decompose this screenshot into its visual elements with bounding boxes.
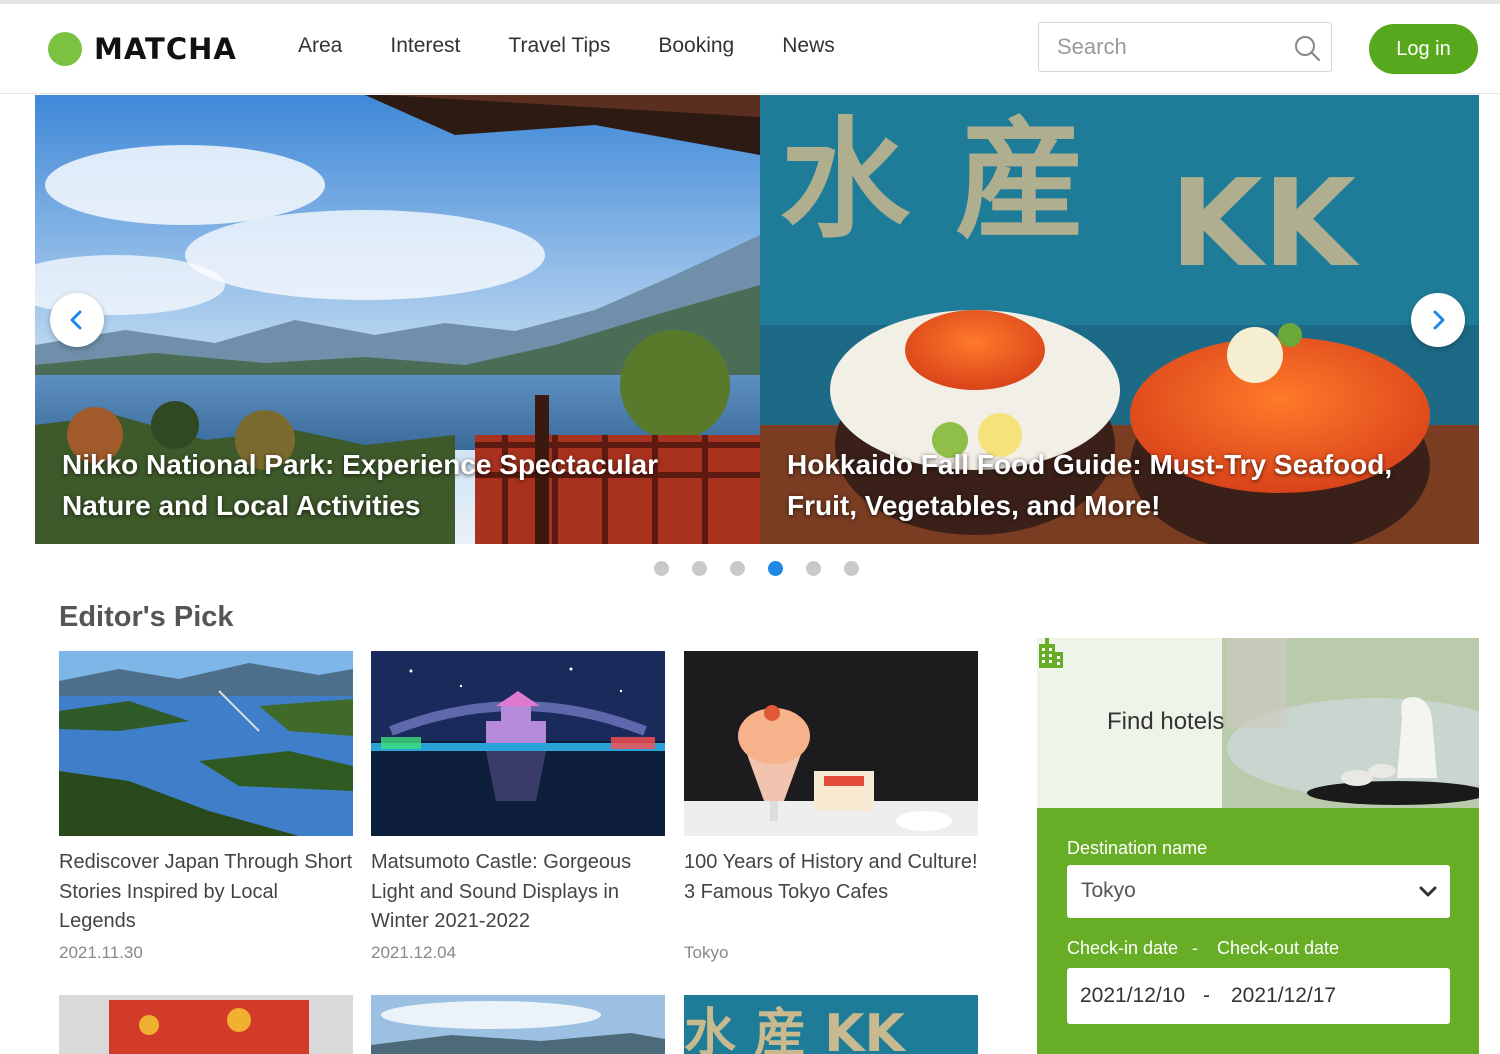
hero-slide-hokkaido[interactable]: 水 産 KK Hokkaido Fall Food Guide: Must-Tr… [760, 95, 1479, 544]
svg-text:水 産 KK: 水 産 KK [684, 1004, 907, 1054]
article-title[interactable]: Matsumoto Castle: Gorgeous Light and Sou… [371, 848, 665, 937]
checkin-label: Check-in date [1067, 938, 1179, 958]
logo-text: MATCHA [94, 32, 237, 66]
chevron-left-icon [70, 310, 82, 330]
date-separator: - [1203, 984, 1210, 1007]
hotel-widget-header: Find hotels [1037, 638, 1479, 808]
search-box [1038, 22, 1332, 72]
nav-news[interactable]: News [782, 34, 835, 58]
article-card[interactable]: Matsumoto Castle: Gorgeous Light and Sou… [371, 651, 665, 962]
tokyo-cafe-parfait-image [684, 651, 978, 836]
date-label-separator: - [1192, 938, 1198, 958]
search-input[interactable] [1057, 33, 1277, 61]
destination-value: Tokyo [1081, 879, 1136, 902]
chevron-down-icon [1419, 886, 1437, 897]
article-date: 2021.12.04 [371, 943, 457, 962]
main-nav: Area Interest Travel Tips Booking News [298, 34, 835, 58]
svg-text:水 産: 水 産 [780, 104, 1085, 256]
matsumoto-castle-image [371, 651, 665, 836]
carousel-dot[interactable] [730, 561, 745, 576]
carousel-dot[interactable] [654, 561, 669, 576]
nav-area[interactable]: Area [298, 34, 342, 58]
hotel-building-icon [1039, 638, 1063, 668]
carousel-dot[interactable] [844, 561, 859, 576]
hotel-search-widget: Find hotels Destination name Tokyo Check… [1037, 638, 1479, 1054]
svg-text:KK: KK [1170, 155, 1360, 294]
article-title[interactable]: 100 Years of History and Culture! 3 Famo… [684, 848, 978, 907]
carousel-prev-button[interactable] [50, 293, 104, 347]
article-title[interactable]: Rediscover Japan Through Short Stories I… [59, 848, 353, 937]
seafood-sign-image: 水 産 KK [684, 995, 978, 1054]
find-hotels-heading: Find hotels [1107, 708, 1225, 735]
article-card-thumb[interactable]: 水 産 KK [684, 995, 978, 1054]
hero-carousel: Nikko National Park: Experience Spectacu… [35, 95, 1479, 544]
kimono-display-image [59, 995, 353, 1054]
date-range-field[interactable]: 2021/12/10 - 2021/12/17 [1067, 968, 1450, 1024]
carousel-dot[interactable] [692, 561, 707, 576]
carousel-dot[interactable] [806, 561, 821, 576]
checkout-label: Check-out date [1217, 938, 1340, 958]
mountain-sky-image [371, 995, 665, 1054]
article-card-thumb[interactable] [59, 995, 353, 1054]
logo-circle-icon [48, 32, 82, 66]
hotel-search-form: Destination name Tokyo Check-in date - C… [1037, 808, 1479, 1054]
carousel-next-button[interactable] [1411, 293, 1465, 347]
article-card[interactable]: 100 Years of History and Culture! 3 Famo… [684, 651, 978, 962]
site-header: MATCHA Area Interest Travel Tips Booking… [0, 4, 1500, 94]
login-button[interactable]: Log in [1369, 24, 1478, 74]
hero-slide-title-1[interactable]: Nikko National Park: Experience Spectacu… [62, 444, 730, 526]
article-card[interactable]: Rediscover Japan Through Short Stories I… [59, 651, 353, 962]
article-date: 2021.11.30 [59, 943, 143, 962]
article-card-thumb[interactable] [371, 995, 665, 1054]
matcha-logo[interactable]: MATCHA [48, 32, 237, 66]
carousel-dots [654, 561, 859, 576]
nav-travel-tips[interactable]: Travel Tips [508, 34, 610, 58]
nav-booking[interactable]: Booking [658, 34, 734, 58]
nav-interest[interactable]: Interest [390, 34, 460, 58]
onsen-sake-image [1037, 638, 1479, 808]
seto-islands-image [59, 651, 353, 836]
chevron-right-icon [1433, 310, 1445, 330]
search-icon[interactable] [1293, 34, 1321, 62]
destination-label: Destination name [1067, 838, 1208, 858]
hero-slide-title-2[interactable]: Hokkaido Fall Food Guide: Must-Try Seafo… [787, 444, 1449, 526]
editors-pick-title: Editor's Pick [59, 601, 234, 633]
checkout-value[interactable]: 2021/12/17 [1231, 984, 1336, 1008]
hero-slide-nikko[interactable]: Nikko National Park: Experience Spectacu… [35, 95, 760, 544]
article-location: Tokyo [684, 943, 729, 962]
checkin-value[interactable]: 2021/12/10 [1080, 984, 1185, 1008]
destination-select[interactable]: Tokyo [1067, 865, 1450, 918]
carousel-dot[interactable] [768, 561, 783, 576]
